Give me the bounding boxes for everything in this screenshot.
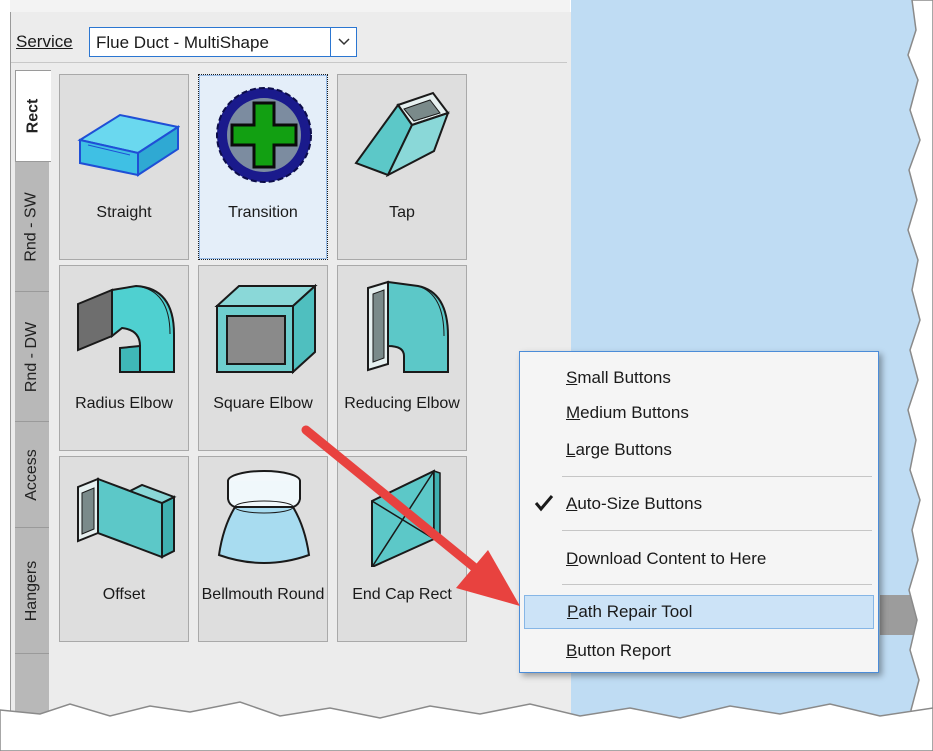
- accel-key: B: [566, 641, 578, 660]
- vertical-tab-strip: Rect Rnd - SW Rnd - DW Access Hangers: [15, 70, 51, 750]
- transition-button[interactable]: Transition: [198, 74, 328, 260]
- offset-button[interactable]: Offset: [59, 456, 189, 642]
- menu-item-auto-size-buttons[interactable]: Auto-Size Buttons: [520, 487, 878, 521]
- tap-button[interactable]: Tap: [337, 74, 467, 260]
- menu-item-auto-size-buttons-label: Auto-Size Buttons: [566, 494, 702, 514]
- menu-label-text: utton Report: [577, 641, 671, 660]
- tap-duct-icon: [354, 91, 450, 178]
- checkmark-icon: [534, 494, 554, 517]
- menu-item-download-content[interactable]: Download Content to Here: [520, 542, 878, 576]
- radius-elbow-button-label: Radius Elbow: [75, 395, 173, 412]
- tab-hangers-label: Hangers: [23, 560, 41, 621]
- menu-item-button-report-label: Button Report: [566, 641, 671, 661]
- end-cap-rect-button[interactable]: End Cap Rect: [337, 456, 467, 642]
- app-window: Service Flue Duct - MultiShape Rect Rnd …: [0, 0, 933, 751]
- end-cap-rect-button-label: End Cap Rect: [352, 586, 452, 603]
- transition-button-label: Transition: [228, 204, 298, 221]
- service-dropdown[interactable]: Flue Duct - MultiShape: [89, 27, 357, 57]
- menu-item-button-report[interactable]: Button Report: [520, 634, 878, 668]
- tab-rnd-sw-label: Rnd - SW: [23, 191, 40, 262]
- menu-label-text: uto-Size Buttons: [577, 494, 703, 513]
- menu-separator: [562, 476, 872, 477]
- straight-button-label: Straight: [96, 204, 152, 221]
- accel-key: P: [567, 602, 579, 621]
- radius-elbow-button[interactable]: Radius Elbow: [59, 265, 189, 451]
- content-browser-panel: Service Flue Duct - MultiShape Rect Rnd …: [10, 12, 572, 751]
- menu-item-large-buttons-label: Large Buttons: [566, 440, 672, 460]
- offset-button-label: Offset: [102, 586, 146, 603]
- tab-hangers[interactable]: Hangers: [15, 528, 49, 654]
- service-label-accel: S: [16, 32, 28, 51]
- square-elbow-button-label: Square Elbow: [213, 395, 313, 412]
- menu-item-medium-buttons-label: Medium Buttons: [566, 403, 689, 423]
- offset-duct-icon: [77, 477, 177, 559]
- tab-rnd-sw[interactable]: Rnd - SW: [15, 162, 49, 292]
- menu-item-small-buttons-label: Small Buttons: [566, 368, 671, 388]
- menu-label-text: arge Buttons: [575, 440, 672, 459]
- content-button-grid: Straight Transition Tap Radius Elbow Squ…: [49, 70, 469, 670]
- tap-button-label: Tap: [389, 204, 415, 221]
- menu-label-text: edium Buttons: [580, 403, 689, 422]
- accel-key: A: [566, 494, 578, 513]
- service-label: Service: [16, 32, 73, 52]
- tab-rnd-dw-label: Rnd - DW: [23, 321, 41, 392]
- reducing-elbow-button[interactable]: Reducing Elbow: [337, 265, 467, 451]
- menu-item-path-repair-tool-label: Path Repair Tool: [567, 602, 692, 622]
- menu-label-text: ath Repair Tool: [578, 602, 693, 621]
- service-dropdown-value: Flue Duct - MultiShape: [96, 33, 269, 52]
- menu-item-medium-buttons[interactable]: Medium Buttons: [520, 396, 878, 430]
- context-menu: Small Buttons Medium Buttons Large Butto…: [519, 351, 879, 673]
- menu-item-large-buttons[interactable]: Large Buttons: [520, 433, 878, 467]
- tab-access-label: Access: [23, 448, 41, 501]
- bellmouth-round-icon: [217, 470, 311, 564]
- accel-key: S: [566, 368, 578, 387]
- menu-item-path-repair-tool[interactable]: Path Repair Tool: [524, 595, 874, 629]
- menu-separator: [562, 584, 872, 585]
- menu-label-text: mall Buttons: [577, 368, 671, 387]
- tab-rect[interactable]: Rect: [15, 70, 51, 162]
- radius-elbow-icon: [77, 284, 175, 373]
- menu-item-small-buttons[interactable]: Small Buttons: [520, 361, 878, 395]
- end-cap-rect-icon: [371, 469, 441, 567]
- menu-label-text: ownload Content to Here: [578, 549, 767, 568]
- straight-duct-icon: [77, 113, 180, 177]
- torn-edge-right: [907, 0, 933, 751]
- tab-access[interactable]: Access: [15, 422, 49, 528]
- torn-edge-bottom: [0, 701, 933, 751]
- accel-key: D: [566, 549, 579, 568]
- bellmouth-round-button[interactable]: Bellmouth Round: [198, 456, 328, 642]
- tab-rnd-dw[interactable]: Rnd - DW: [15, 292, 49, 422]
- service-label-rest: ervice: [27, 32, 73, 51]
- straight-button[interactable]: Straight: [59, 74, 189, 260]
- accel-key: M: [566, 403, 581, 422]
- square-elbow-button[interactable]: Square Elbow: [198, 265, 328, 451]
- bellmouth-round-button-label: Bellmouth Round: [201, 586, 325, 603]
- menu-separator: [562, 530, 872, 531]
- chevron-down-icon[interactable]: [330, 28, 356, 56]
- menu-item-download-content-label: Download Content to Here: [566, 549, 766, 569]
- reducing-elbow-icon: [367, 280, 449, 373]
- square-elbow-icon: [214, 283, 318, 375]
- tab-rect-label: Rect: [24, 98, 42, 134]
- reducing-elbow-button-label: Reducing Elbow: [344, 395, 460, 412]
- add-icon: [216, 87, 312, 183]
- service-bar: Service Flue Duct - MultiShape: [11, 12, 567, 63]
